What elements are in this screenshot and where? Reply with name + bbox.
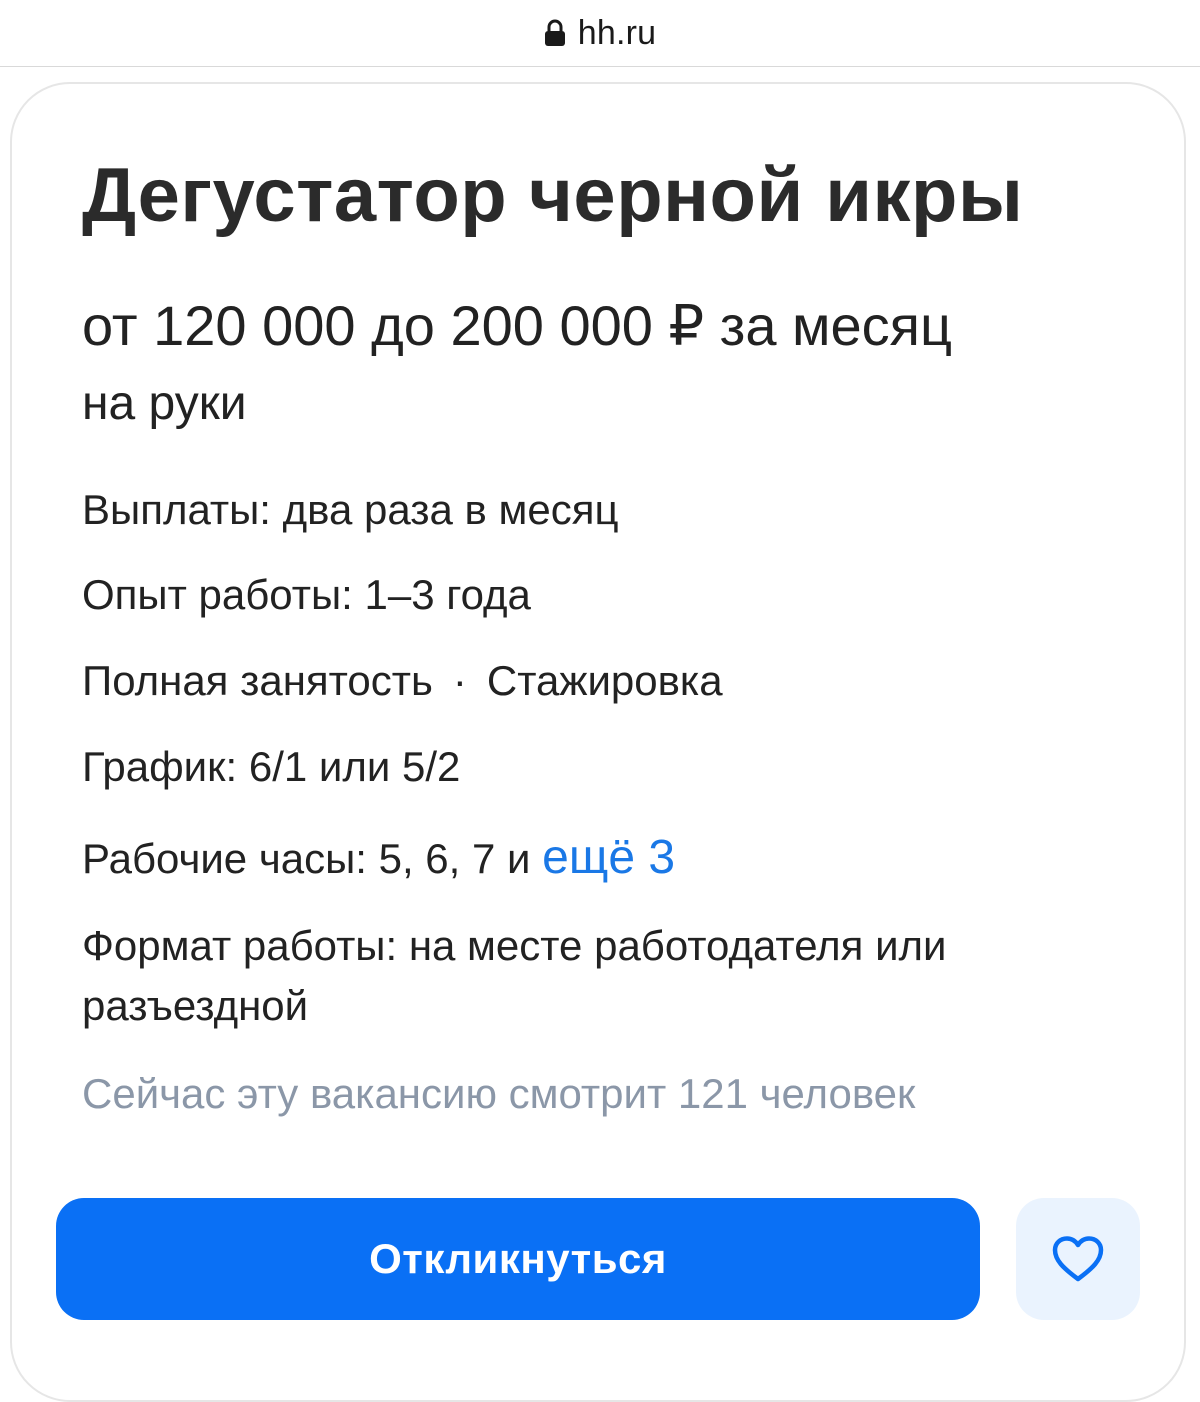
apply-button[interactable]: Откликнуться xyxy=(56,1198,980,1320)
work-format-line-2: разъездной xyxy=(82,982,309,1029)
working-hours-info: Рабочие часы: 5, 6, 7 и ещё 3 xyxy=(82,828,675,889)
viewers-count: Сейчас эту вакансию смотрит 121 человек xyxy=(82,1070,916,1117)
lock-icon xyxy=(544,19,565,46)
internship-type: Стажировка xyxy=(486,657,723,704)
schedule-info: График: 6/1 или 5/2 xyxy=(82,743,461,790)
url-text: hh.ru xyxy=(577,13,657,52)
browser-address-bar[interactable]: hh.ru xyxy=(0,0,1200,67)
favorite-button[interactable] xyxy=(1016,1198,1140,1320)
heart-icon xyxy=(1052,1236,1104,1282)
more-hours-link[interactable]: ещё 3 xyxy=(542,831,675,884)
employment-type: Полная занятость xyxy=(82,657,433,704)
payments-info: Выплаты: два раза в месяц xyxy=(82,486,619,533)
employment-info: Полная занятость · Стажировка xyxy=(82,651,723,711)
working-hours-text: Рабочие часы: 5, 6, 7 и xyxy=(82,835,531,882)
vacancy-title: Дегустатор черной икры xyxy=(82,153,1024,238)
salary-note: на руки xyxy=(82,377,247,430)
url-container: hh.ru xyxy=(544,14,657,53)
experience-info: Опыт работы: 1–3 года xyxy=(82,571,531,618)
separator-dot: · xyxy=(452,657,467,704)
work-format-line-1: Формат работы: на месте работодателя или xyxy=(82,922,947,969)
salary: от 120 000 до 200 000 ₽ за месяц xyxy=(82,294,953,357)
